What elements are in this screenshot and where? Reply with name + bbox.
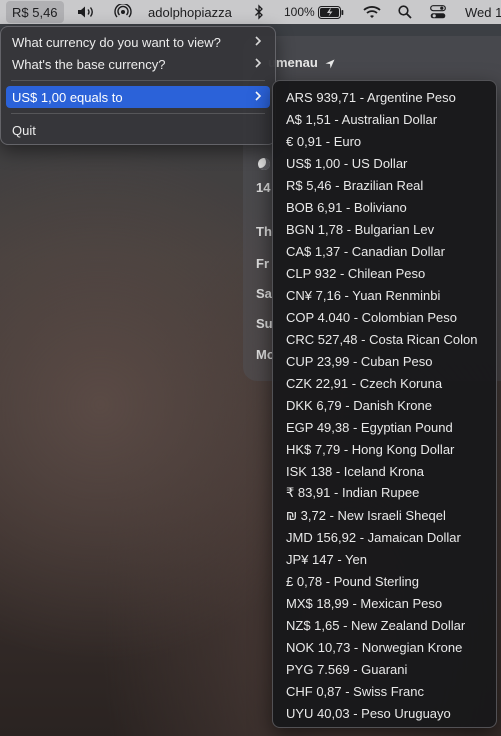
weather-temp: 14	[256, 180, 271, 195]
currency-rate-menu-extra[interactable]: R$ 5,46	[6, 1, 64, 23]
currency-item[interactable]: US$ 1,00 - US Dollar	[286, 152, 407, 174]
battery-percent: 100%	[284, 0, 315, 24]
volume-icon[interactable]	[77, 0, 97, 24]
currency-item[interactable]: CUP 23,99 - Cuban Peso	[286, 350, 432, 372]
currency-item[interactable]: PYG 7.569 - Guarani	[286, 658, 407, 680]
rate-label: R$ 5,46	[12, 4, 58, 20]
weather-day: Su	[256, 316, 273, 331]
username-label[interactable]: adolphopiazza	[148, 0, 232, 24]
currency-item[interactable]: NOK 10,73 - Norwegian Krone	[286, 636, 462, 658]
currency-item[interactable]: CHF 0,87 - Swiss Franc	[286, 680, 424, 702]
currency-item[interactable]: CZK 22,91 - Czech Koruna	[286, 372, 442, 394]
currency-item[interactable]: MX$ 18,99 - Mexican Peso	[286, 592, 442, 614]
currency-item[interactable]: CLP 932 - Chilean Peso	[286, 262, 425, 284]
currency-item[interactable]: ₹ 83,91 - Indian Rupee	[286, 482, 419, 504]
chevron-right-icon	[254, 56, 262, 70]
moon-icon	[258, 158, 270, 170]
weather-day: Fr	[256, 256, 269, 271]
menu-separator	[11, 113, 265, 114]
currency-item[interactable]: A$ 1,51 - Australian Dollar	[286, 108, 437, 130]
currency-item[interactable]: CN¥ 7,16 - Yuan Renminbi	[286, 284, 440, 306]
currency-item[interactable]: COP 4.040 - Colombian Peso	[286, 306, 457, 328]
battery-percent-text: 100%	[284, 5, 315, 19]
currency-item[interactable]: UYU 40,03 - Peso Uruguayo	[286, 702, 451, 724]
location-arrow-icon	[325, 59, 335, 69]
chevron-right-icon	[254, 34, 262, 48]
clock-text: Wed 1	[465, 4, 501, 20]
currency-item[interactable]: NZ$ 1,65 - New Zealand Dollar	[286, 614, 465, 636]
menu-item-label: What currency do you want to view?	[12, 34, 221, 50]
currency-item[interactable]: BOB 6,91 - Boliviano	[286, 196, 407, 218]
currency-item[interactable]: € 0,91 - Euro	[286, 130, 361, 152]
currency-item[interactable]: BGN 1,78 - Bulgarian Lev	[286, 218, 434, 240]
menu-bar: R$ 5,46 adolphopiazza 100% Wed 1	[0, 0, 501, 24]
currency-item[interactable]: HK$ 7,79 - Hong Kong Dollar	[286, 438, 454, 460]
currency-item[interactable]: JMD 156,92 - Jamaican Dollar	[286, 526, 461, 548]
control-center-icon[interactable]	[430, 0, 446, 24]
currency-item[interactable]: DKK 6,79 - Danish Krone	[286, 394, 432, 416]
bluetooth-icon[interactable]	[254, 0, 264, 24]
menu-item-label: What's the base currency?	[12, 56, 166, 72]
weather-city: umenau	[268, 55, 335, 70]
battery-icon[interactable]	[318, 0, 344, 24]
username-text: adolphopiazza	[148, 4, 232, 20]
menu-item-quit[interactable]: Quit	[6, 119, 270, 141]
currency-item[interactable]: ISK 138 - Iceland Krona	[286, 460, 424, 482]
menu-item-base-currency[interactable]: What's the base currency?	[6, 53, 270, 75]
currency-item[interactable]: EGP 49,38 - Egyptian Pound	[286, 416, 453, 438]
menu-item-label: US$ 1,00 equals to	[12, 89, 123, 105]
currency-menu: What currency do you want to view? What'…	[0, 26, 276, 145]
currency-item[interactable]: JP¥ 147 - Yen	[286, 548, 367, 570]
chevron-right-icon	[254, 89, 262, 103]
currency-item[interactable]: R$ 5,46 - Brazilian Real	[286, 174, 423, 196]
currency-item[interactable]: £ 0,78 - Pound Sterling	[286, 570, 419, 592]
weather-day: Sa	[256, 286, 272, 301]
clock-label[interactable]: Wed 1	[465, 0, 501, 24]
currency-item[interactable]: CRC 527,48 - Costa Rican Colon	[286, 328, 477, 350]
menu-item-equals-to[interactable]: US$ 1,00 equals to	[6, 86, 270, 108]
search-icon[interactable]	[398, 0, 412, 24]
menu-item-view-currency[interactable]: What currency do you want to view?	[6, 31, 270, 53]
currency-item[interactable]: ₪ 3,72 - New Israeli Sheqel	[286, 504, 446, 526]
currency-rates-submenu: ARS 939,71 - Argentine Peso A$ 1,51 - Au…	[272, 80, 497, 728]
currency-item[interactable]: ARS 939,71 - Argentine Peso	[286, 86, 456, 108]
currency-item[interactable]: CA$ 1,37 - Canadian Dollar	[286, 240, 445, 262]
wifi-icon[interactable]	[363, 0, 381, 24]
menu-item-label: Quit	[12, 122, 36, 138]
weather-day: Th	[256, 224, 272, 239]
airdrop-icon[interactable]	[114, 0, 132, 24]
menu-separator	[11, 80, 265, 81]
